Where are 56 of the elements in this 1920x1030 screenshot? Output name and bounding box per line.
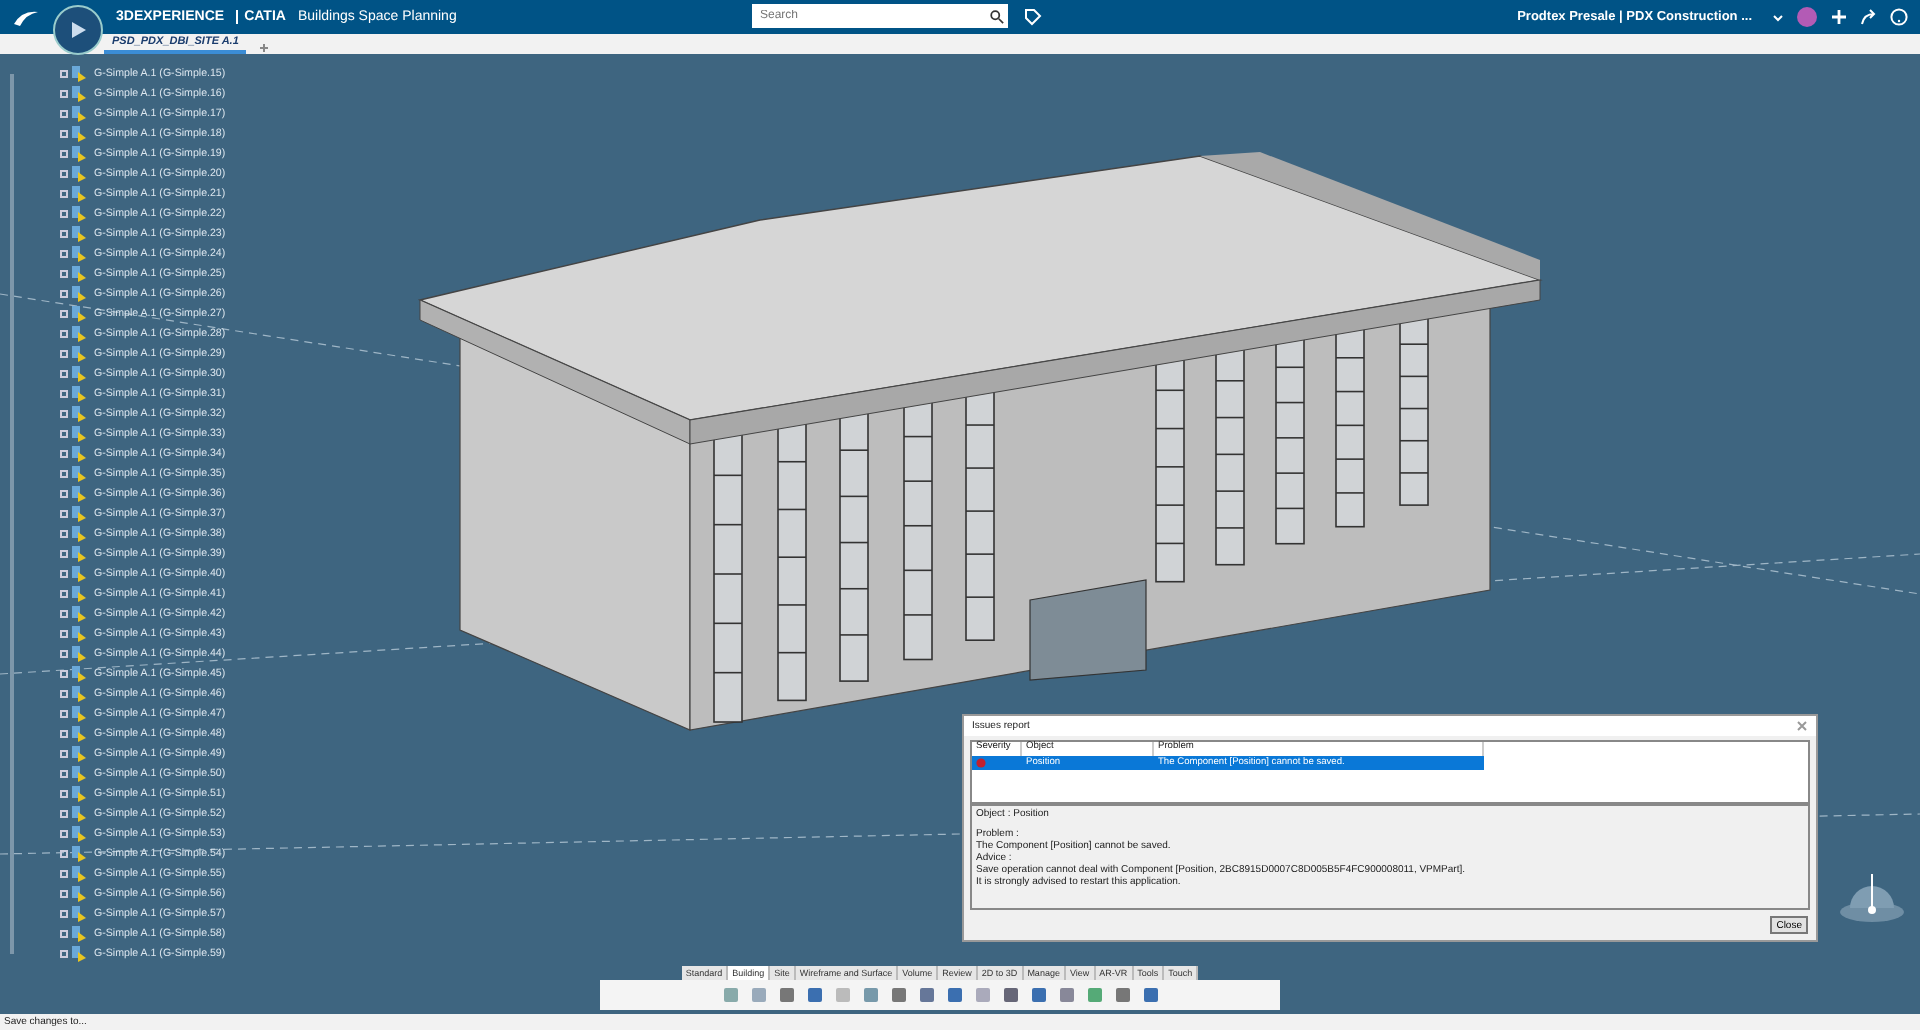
- part-icon[interactable]: [60, 306, 88, 322]
- logo-icon: [12, 7, 40, 27]
- part-icon[interactable]: [60, 586, 88, 602]
- part-icon[interactable]: [60, 606, 88, 622]
- part-icon[interactable]: [60, 766, 88, 782]
- part-icon[interactable]: [60, 86, 88, 102]
- tag-icon[interactable]: [1024, 8, 1042, 26]
- part-icon[interactable]: [60, 946, 88, 962]
- part-icon[interactable]: [60, 466, 88, 482]
- part-icon[interactable]: [60, 746, 88, 762]
- part-icon[interactable]: [60, 906, 88, 922]
- part-icon[interactable]: [60, 526, 88, 542]
- help-icon[interactable]: [1890, 8, 1908, 26]
- part-icon[interactable]: [60, 326, 88, 342]
- part-icon[interactable]: [60, 426, 88, 442]
- part-icon[interactable]: [60, 506, 88, 522]
- part-icon[interactable]: [60, 126, 88, 142]
- part-icon[interactable]: [60, 446, 88, 462]
- add-tab-icon[interactable]: [258, 42, 271, 54]
- part-icon[interactable]: [60, 926, 88, 942]
- part-icon[interactable]: [60, 106, 88, 122]
- part-icon[interactable]: [60, 706, 88, 722]
- part-icon[interactable]: [60, 486, 88, 502]
- dropdown-icon[interactable]: [1772, 11, 1784, 23]
- part-icon[interactable]: [60, 726, 88, 742]
- part-icon[interactable]: [60, 846, 88, 862]
- part-icon[interactable]: [60, 686, 88, 702]
- part-icon[interactable]: [60, 666, 88, 682]
- search-icon[interactable]: [990, 10, 1004, 24]
- plus-icon[interactable]: [1830, 8, 1848, 26]
- part-icon[interactable]: [60, 366, 88, 382]
- part-icon[interactable]: [60, 346, 88, 362]
- part-icon[interactable]: [60, 166, 88, 182]
- part-icon[interactable]: [60, 246, 88, 262]
- part-icon[interactable]: [60, 886, 88, 902]
- part-icon[interactable]: [60, 406, 88, 422]
- compass-icon[interactable]: [52, 3, 104, 55]
- part-icon[interactable]: [60, 626, 88, 642]
- part-icon[interactable]: [60, 566, 88, 582]
- part-icon[interactable]: [60, 146, 88, 162]
- part-icon[interactable]: [60, 206, 88, 222]
- part-icon[interactable]: [60, 66, 88, 82]
- share-icon[interactable]: [1860, 8, 1878, 26]
- part-icon[interactable]: [60, 266, 88, 282]
- part-icon[interactable]: [60, 286, 88, 302]
- part-icon[interactable]: [60, 646, 88, 662]
- part-icon[interactable]: [60, 186, 88, 202]
- part-icon[interactable]: [60, 386, 88, 402]
- part-icon[interactable]: [60, 546, 88, 562]
- part-icon[interactable]: [60, 826, 88, 842]
- part-icon[interactable]: [60, 226, 88, 242]
- part-icon[interactable]: [60, 786, 88, 802]
- avatar-icon[interactable]: [1796, 6, 1818, 28]
- part-icon[interactable]: [60, 866, 88, 882]
- close-icon[interactable]: [1796, 719, 1808, 732]
- part-icon[interactable]: [60, 806, 88, 822]
